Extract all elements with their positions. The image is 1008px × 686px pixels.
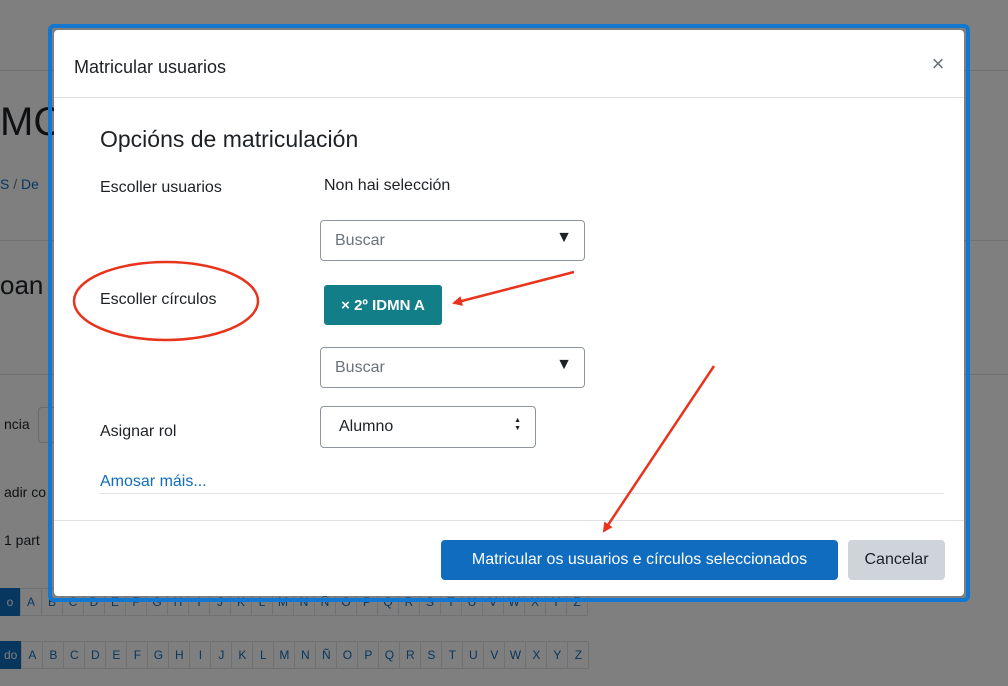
select-cohorts-label: Escoller círculos xyxy=(100,291,217,308)
select-arrows-icon: ▲ ▼ xyxy=(514,417,521,432)
selected-cohort-tag[interactable]: × 2º IDMN A xyxy=(324,285,442,325)
show-more-link[interactable]: Amosar máis... xyxy=(100,473,207,491)
role-select[interactable]: Alumno ▲ ▼ xyxy=(320,406,536,448)
assign-role-label: Asignar rol xyxy=(100,423,177,440)
users-selection-status: Non hai selección xyxy=(324,177,451,194)
modal-footer: Matricular os usuarios e círculos selecc… xyxy=(54,520,964,596)
dropdown-icon[interactable]: ▼ xyxy=(556,356,572,374)
cohorts-search-placeholder: Buscar xyxy=(335,359,385,376)
divider xyxy=(100,493,944,494)
cohorts-search-select[interactable]: Buscar ▼ xyxy=(320,347,585,388)
users-search-select[interactable]: Buscar ▼ xyxy=(320,220,585,261)
select-users-label: Escoller usuarios xyxy=(100,179,222,196)
cancel-button[interactable]: Cancelar xyxy=(848,540,945,580)
role-selected-value: Alumno xyxy=(339,418,394,435)
section-title: Opcións de matriculación xyxy=(100,126,359,152)
users-search-placeholder: Buscar xyxy=(335,232,385,249)
enrol-users-dialog: Matricular usuarios × Opcións de matricu… xyxy=(54,30,964,596)
close-icon[interactable]: × xyxy=(926,50,950,78)
modal-header: Matricular usuarios × xyxy=(54,30,964,98)
enrol-selected-button[interactable]: Matricular os usuarios e círculos selecc… xyxy=(441,540,838,580)
modal-title: Matricular usuarios xyxy=(74,57,227,77)
dropdown-icon[interactable]: ▼ xyxy=(556,229,572,247)
